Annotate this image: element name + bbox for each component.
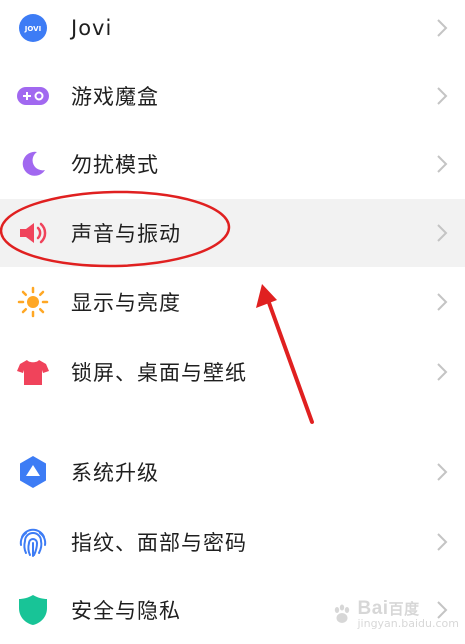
settings-item-label: 指纹、面部与密码	[71, 531, 247, 555]
speaker-icon	[15, 215, 51, 251]
chevron-right-icon	[437, 224, 448, 242]
settings-item-fingerprint-face-password[interactable]: 指纹、面部与密码	[0, 508, 465, 576]
watermark-url: jingyan.baidu.com	[357, 617, 459, 630]
sun-icon	[15, 284, 51, 320]
shield-icon	[15, 592, 51, 628]
settings-item-label: 系统升级	[71, 461, 159, 485]
settings-item-label: 声音与振动	[71, 222, 181, 246]
settings-item-sound-vibration[interactable]: 声音与振动	[0, 199, 465, 267]
system-update-icon	[15, 454, 51, 490]
tshirt-icon	[15, 354, 51, 390]
chevron-right-icon	[437, 19, 448, 37]
moon-icon	[15, 146, 51, 182]
settings-item-label: 显示与亮度	[71, 291, 181, 315]
watermark-brand: Bai百度	[357, 598, 420, 619]
baidu-watermark: Bai百度 jingyan.baidu.com	[331, 599, 459, 629]
settings-item-system-update[interactable]: 系统升级	[0, 438, 465, 506]
fingerprint-icon	[15, 524, 51, 560]
settings-item-game-box[interactable]: 游戏魔盒	[0, 62, 465, 130]
chevron-right-icon	[437, 363, 448, 381]
jovi-icon-text: JOVI	[24, 25, 41, 33]
settings-item-display-brightness[interactable]: 显示与亮度	[0, 268, 465, 336]
settings-item-label: 游戏魔盒	[71, 85, 159, 109]
chevron-right-icon	[437, 463, 448, 481]
chevron-right-icon	[437, 87, 448, 105]
chevron-right-icon	[437, 533, 448, 551]
settings-item-jovi[interactable]: JOVI Jovi	[0, 0, 465, 62]
settings-item-do-not-disturb[interactable]: 勿扰模式	[0, 130, 465, 198]
settings-item-label: 安全与隐私	[71, 599, 181, 623]
chevron-right-icon	[437, 293, 448, 311]
chevron-right-icon	[437, 155, 448, 173]
settings-item-label: Jovi	[71, 16, 113, 40]
game-box-icon	[15, 78, 51, 114]
settings-item-label: 勿扰模式	[71, 153, 159, 177]
baidu-paw-icon	[335, 604, 350, 623]
jovi-icon: JOVI	[15, 10, 51, 46]
settings-item-lockscreen-wallpaper[interactable]: 锁屏、桌面与壁纸	[0, 338, 465, 406]
settings-item-label: 锁屏、桌面与壁纸	[71, 361, 247, 385]
